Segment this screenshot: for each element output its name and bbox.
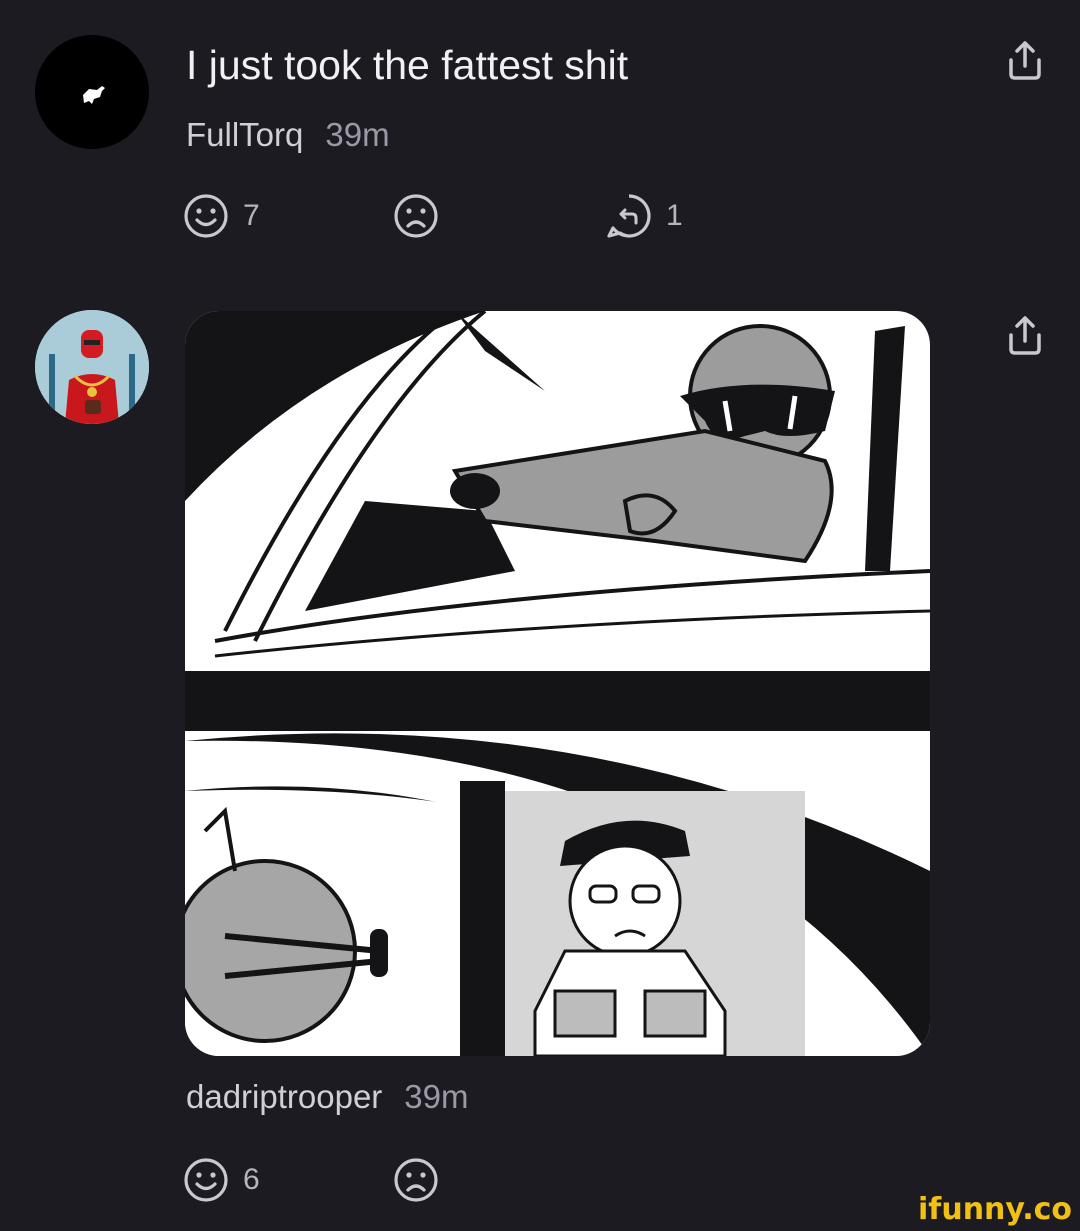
reply-button[interactable]: 1 [606, 193, 683, 239]
reply-smile-count: 6 [243, 1163, 260, 1196]
pony-logo-icon [83, 86, 105, 104]
reply-timestamp: 39m [404, 1078, 469, 1115]
ifunny-watermark: ifunny.co [918, 1192, 1072, 1227]
share-icon [1009, 41, 1041, 80]
comment-image[interactable] [185, 311, 930, 1056]
reply-author-name[interactable]: dadriptrooper [186, 1078, 382, 1115]
comment-title: I just took the fattest shit [186, 42, 629, 88]
unsmile-button[interactable] [393, 193, 439, 239]
author-avatar[interactable] [35, 35, 149, 149]
unsmile-icon [394, 194, 438, 238]
share-button[interactable] [1005, 40, 1045, 84]
author-name[interactable]: FullTorq [186, 116, 303, 153]
unsmile-icon [394, 1158, 438, 1202]
reply-unsmile-button[interactable] [393, 1157, 439, 1203]
smile-count: 7 [243, 199, 260, 232]
reply-share-button[interactable] [1005, 315, 1045, 359]
smile-icon [184, 1158, 228, 1202]
reply-author-avatar[interactable] [35, 310, 149, 424]
red-trooper-avatar [35, 310, 149, 424]
timestamp: 39m [325, 116, 390, 153]
smile-button[interactable]: 7 [183, 193, 260, 239]
smile-icon [184, 194, 228, 238]
share-icon [1009, 316, 1041, 355]
reply-meta: dadriptrooper 39m [186, 1078, 469, 1116]
comment-post: I just took the fattest shit FullTorq 39m… [0, 0, 1080, 260]
reply-smile-button[interactable]: 6 [183, 1157, 260, 1203]
comic-image [185, 311, 930, 1056]
reply-icon [607, 194, 651, 238]
reply-count: 1 [666, 199, 683, 232]
comment-meta: FullTorq 39m [186, 116, 390, 154]
